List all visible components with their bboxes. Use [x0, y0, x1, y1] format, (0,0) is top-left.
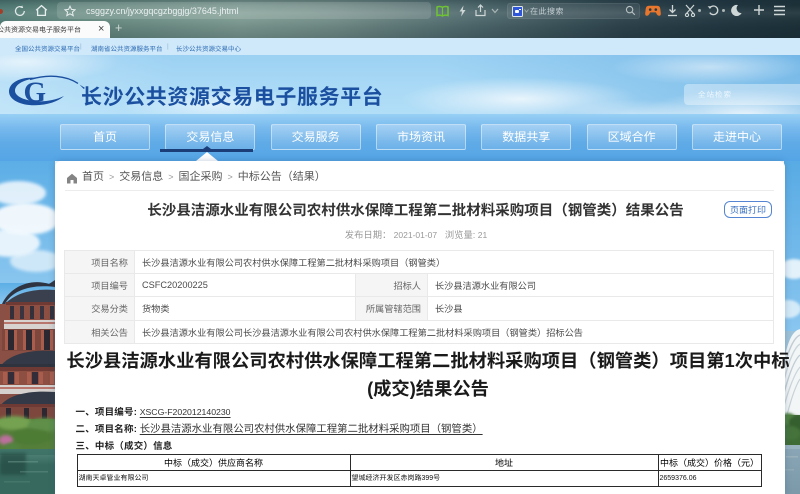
svg-text:G: G [24, 77, 47, 108]
